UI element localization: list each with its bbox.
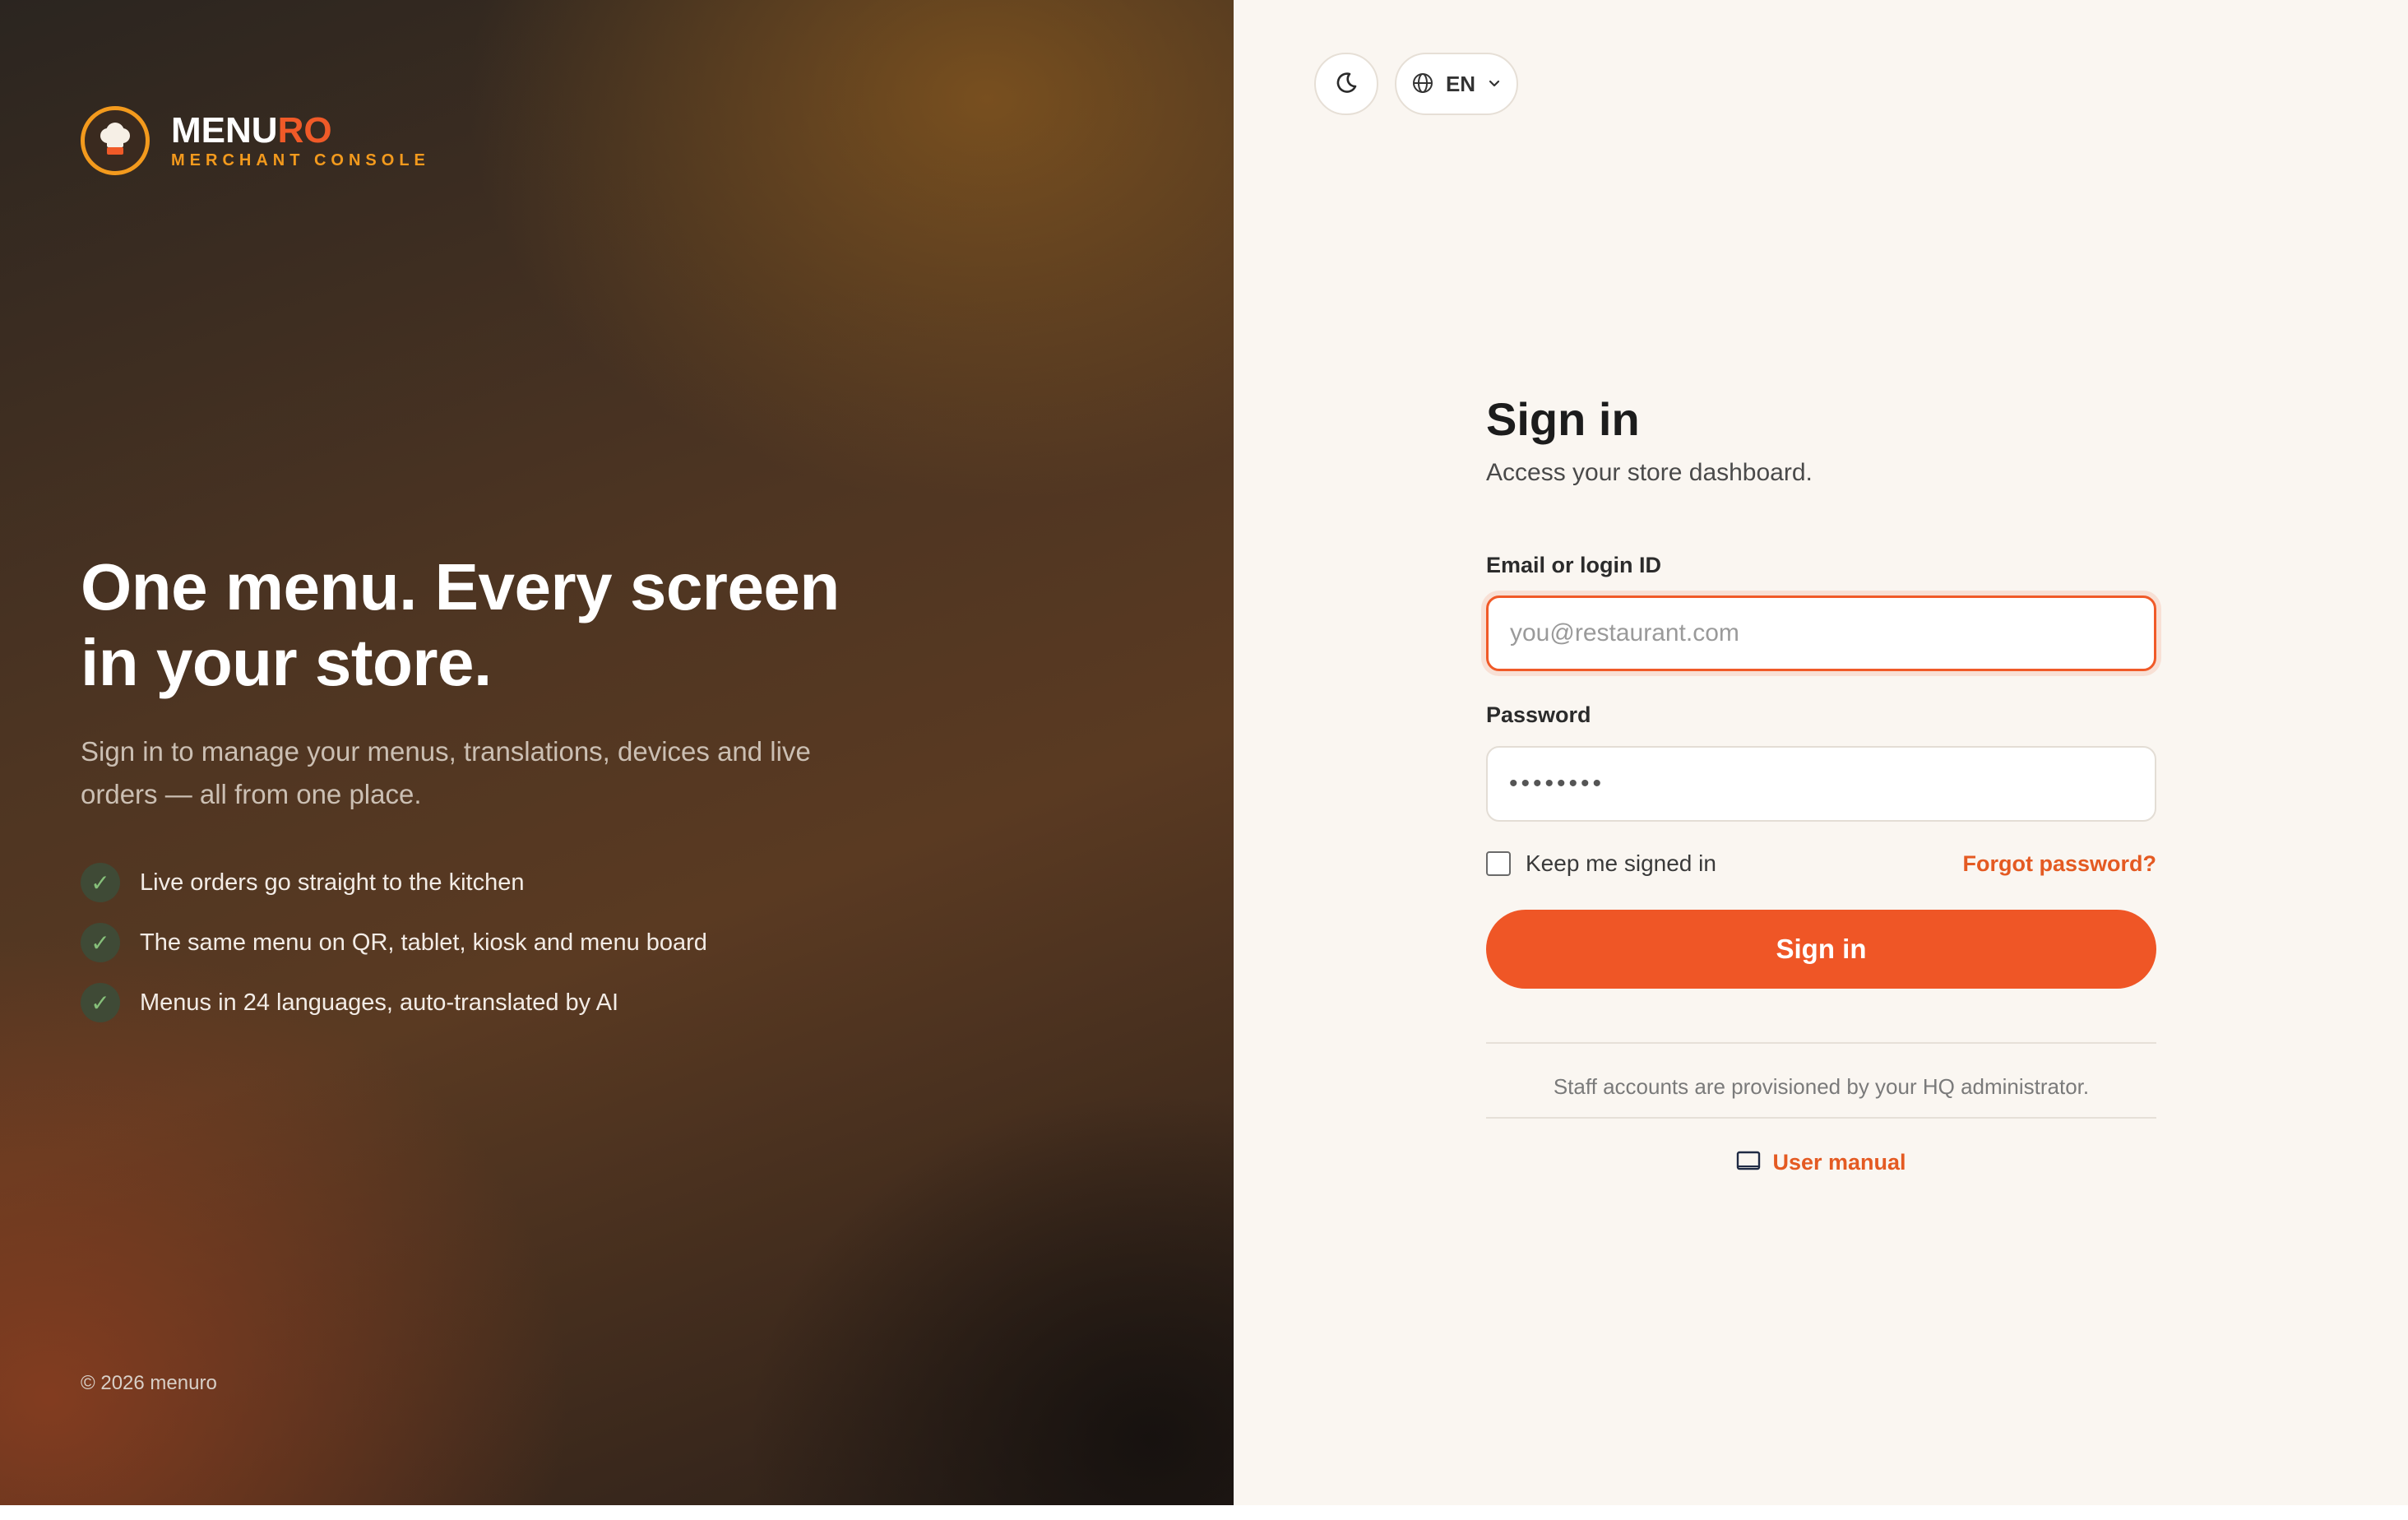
- hero-headline: One menu. Every screen in your store.: [81, 549, 887, 701]
- hero-headline-line2: in your store.: [81, 626, 492, 699]
- staff-note: Staff accounts are provisioned by your H…: [1553, 1074, 2090, 1099]
- brand-name-part1: MENU: [171, 109, 278, 151]
- check-icon: ✓: [81, 863, 120, 902]
- signin-form: Sign in Access your store dashboard. Ema…: [1486, 388, 2156, 1175]
- feature-text: Menus in 24 languages, auto-translated b…: [140, 989, 618, 1016]
- divider: [1486, 1117, 2156, 1119]
- feature-item: ✓ The same menu on QR, tablet, kiosk and…: [81, 922, 707, 963]
- book-icon: [1736, 1150, 1761, 1175]
- feature-item: ✓ Live orders go straight to the kitchen: [81, 862, 707, 903]
- theme-toggle-button[interactable]: [1314, 53, 1378, 115]
- hero-description: Sign in to manage your menus, translatio…: [81, 736, 811, 809]
- user-manual-link[interactable]: User manual: [1736, 1150, 1906, 1175]
- chef-hat-icon: [81, 106, 150, 175]
- chevron-down-icon: [1487, 76, 1502, 93]
- password-label: Password: [1486, 702, 1591, 727]
- brand-logo: MENURO MERCHANT CONSOLE: [81, 106, 430, 175]
- login-page: MENURO MERCHANT CONSOLE One menu. Every …: [0, 0, 2408, 1505]
- brand-name-part2: RO: [277, 109, 332, 151]
- hero-headline-line1: One menu. Every screen: [81, 550, 840, 623]
- remember-label: Keep me signed in: [1526, 850, 1716, 876]
- brand-text: MENURO MERCHANT CONSOLE: [171, 109, 430, 170]
- remember-row: Keep me signed in Forgot password?: [1486, 850, 2156, 877]
- globe-icon: [1411, 72, 1434, 97]
- copyright: © 2026 menuro: [81, 1372, 217, 1394]
- signin-panel: EN Sign in Access your store dashboard. …: [1234, 0, 2408, 1505]
- feature-list: ✓ Live orders go straight to the kitchen…: [81, 862, 707, 1042]
- feature-text: The same menu on QR, tablet, kiosk and m…: [140, 929, 707, 956]
- brand-panel: MENURO MERCHANT CONSOLE One menu. Every …: [0, 0, 1234, 1505]
- signin-title: Sign in: [1486, 393, 1640, 445]
- language-select[interactable]: EN: [1395, 53, 1518, 115]
- brand-name: MENURO: [171, 109, 430, 151]
- divider: [1486, 1042, 2156, 1044]
- remember-me[interactable]: Keep me signed in: [1486, 850, 1716, 877]
- brand-subtitle: MERCHANT CONSOLE: [171, 151, 430, 169]
- forgot-password-link[interactable]: Forgot password?: [1963, 851, 2157, 877]
- check-icon: ✓: [81, 983, 120, 1022]
- email-label: Email or login ID: [1486, 553, 1662, 577]
- user-manual: User manual: [1486, 1150, 2156, 1175]
- feature-text: Live orders go straight to the kitchen: [140, 869, 525, 896]
- moon-icon: [1334, 71, 1359, 98]
- user-manual-label: User manual: [1772, 1150, 1906, 1175]
- remember-checkbox[interactable]: [1486, 851, 1511, 876]
- language-label: EN: [1445, 71, 1476, 96]
- hero: One menu. Every screen in your store. Si…: [81, 549, 887, 816]
- password-field[interactable]: [1486, 746, 2156, 822]
- signin-subtitle: Access your store dashboard.: [1486, 459, 1813, 486]
- email-field[interactable]: [1486, 595, 2156, 671]
- feature-item: ✓ Menus in 24 languages, auto-translated…: [81, 982, 707, 1023]
- check-icon: ✓: [81, 923, 120, 962]
- signin-button[interactable]: Sign in: [1486, 910, 2156, 989]
